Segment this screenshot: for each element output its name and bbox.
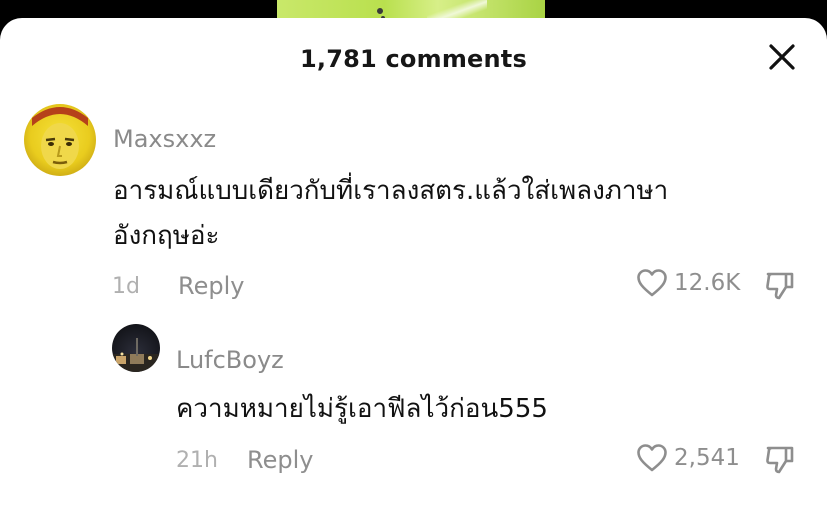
reply-username[interactable]: LufcBoyz <box>176 346 284 374</box>
dislike-icon <box>766 272 794 300</box>
like-count: 12.6K <box>674 270 741 296</box>
reply-button[interactable]: Reply <box>178 272 244 300</box>
like-button[interactable]: 2,541 <box>636 443 740 473</box>
comment-text: อารมณ์แบบเดียวกับที่เราลงสตร.แล้วใส่เพลง… <box>113 176 669 206</box>
dislike-button[interactable] <box>764 270 796 302</box>
comment-text: อังกฤษอ่ะ <box>113 221 220 251</box>
comments-count-title: 1,781 comments <box>300 45 527 73</box>
reply-button[interactable]: Reply <box>247 446 313 474</box>
comment-username[interactable]: Maxsxxz <box>113 125 216 153</box>
like-count: 2,541 <box>674 445 740 471</box>
avatar[interactable] <box>112 324 160 372</box>
close-icon <box>769 44 795 70</box>
comment-timestamp: 1d <box>112 274 140 299</box>
avatar-night-image <box>112 338 160 372</box>
reply-text: ความหมายไม่รู้เอาฟีลไว้ก่อน555 <box>176 394 548 424</box>
dislike-icon <box>766 446 794 474</box>
avatar-face-image <box>32 107 88 169</box>
dislike-button[interactable] <box>764 444 796 476</box>
heart-icon <box>637 269 667 297</box>
like-button[interactable]: 12.6K <box>636 268 740 298</box>
avatar[interactable] <box>24 104 96 176</box>
close-button[interactable] <box>765 40 799 74</box>
video-detail <box>377 8 383 14</box>
heart-icon <box>637 444 667 472</box>
reply-timestamp: 21h <box>176 448 218 473</box>
